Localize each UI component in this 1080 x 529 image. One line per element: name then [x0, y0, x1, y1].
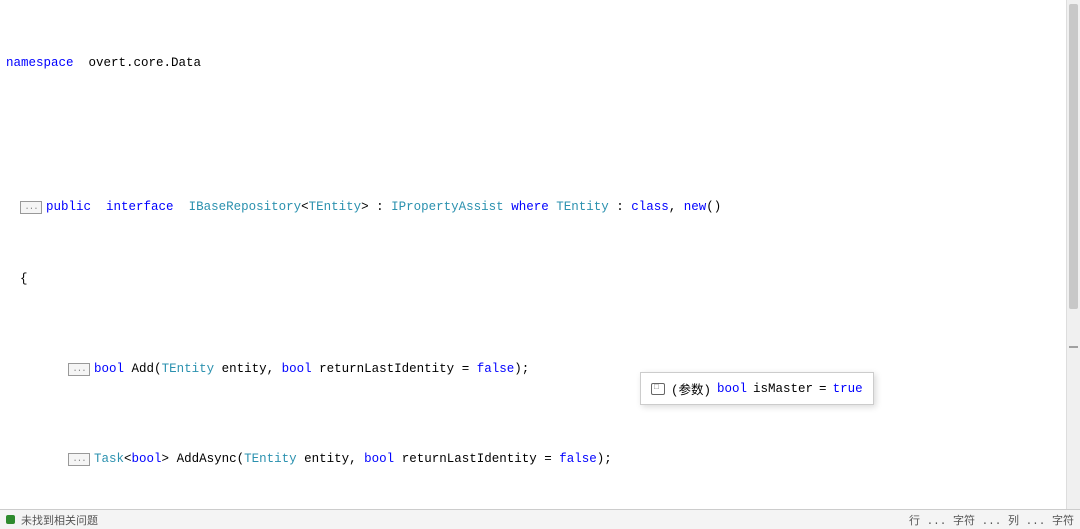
- keyword: bool: [132, 450, 162, 468]
- scrollbar-thumb[interactable]: [1069, 4, 1078, 309]
- keyword: false: [559, 450, 597, 468]
- param: entity: [222, 360, 267, 378]
- type: Task: [94, 450, 124, 468]
- code-line[interactable]: ...Task<bool> AddAsync(TEntity entity, b…: [0, 450, 1080, 468]
- type: TEntity: [162, 360, 215, 378]
- method-name: AddAsync: [177, 450, 237, 468]
- tooltip-label: (参数): [671, 379, 711, 398]
- tooltip-value: true: [833, 382, 863, 396]
- tooltip-eq: =: [819, 382, 827, 396]
- code-line[interactable]: {: [0, 270, 1080, 288]
- code-line[interactable]: ...public interface IBaseRepository<TEnt…: [0, 198, 1080, 216]
- type: IBaseRepository: [189, 198, 302, 216]
- scrollbar-mark: [1069, 346, 1078, 348]
- keyword: namespace: [6, 54, 74, 72]
- fold-icon[interactable]: ...: [68, 363, 90, 376]
- status-left-text: 未找到相关问题: [21, 512, 98, 528]
- fold-icon[interactable]: ...: [20, 201, 42, 214]
- code-line[interactable]: ...bool Add(TEntity entity, bool returnL…: [0, 360, 1080, 378]
- vertical-scrollbar[interactable]: [1066, 0, 1080, 509]
- status-indicator-icon: [6, 515, 15, 524]
- keyword: public: [46, 198, 91, 216]
- code-editor[interactable]: namespace overt.core.Data ... public inte…: [0, 0, 1080, 509]
- fold-icon[interactable]: ...: [68, 453, 90, 466]
- keyword: bool: [94, 360, 124, 378]
- param: entity: [304, 450, 349, 468]
- method-name: Add: [132, 360, 155, 378]
- param: returnLastIdentity: [319, 360, 454, 378]
- keyword: interface: [106, 198, 174, 216]
- status-right-text: 行 ... 字符 ... 列 ... 字符: [909, 512, 1074, 528]
- keyword: false: [477, 360, 515, 378]
- keyword: where: [511, 198, 549, 216]
- type: TEntity: [556, 198, 609, 216]
- tooltip-type: bool: [717, 382, 747, 396]
- parameter-tooltip: (参数) bool isMaster = true: [640, 372, 874, 405]
- type: TEntity: [244, 450, 297, 468]
- code-line[interactable]: namespace overt.core.Data: [0, 54, 1080, 72]
- keyword: bool: [282, 360, 312, 378]
- tooltip-name: isMaster: [753, 382, 813, 396]
- param: returnLastIdentity: [402, 450, 537, 468]
- keyword: new: [684, 198, 707, 216]
- status-bar: 未找到相关问题 行 ... 字符 ... 列 ... 字符: [0, 509, 1080, 529]
- type: IPropertyAssist: [391, 198, 504, 216]
- namespace-name: overt.core.Data: [89, 54, 202, 72]
- keyword: bool: [364, 450, 394, 468]
- type: TEntity: [309, 198, 362, 216]
- code-line[interactable]: [0, 126, 1080, 144]
- parameter-icon: [651, 383, 665, 395]
- keyword: class: [631, 198, 669, 216]
